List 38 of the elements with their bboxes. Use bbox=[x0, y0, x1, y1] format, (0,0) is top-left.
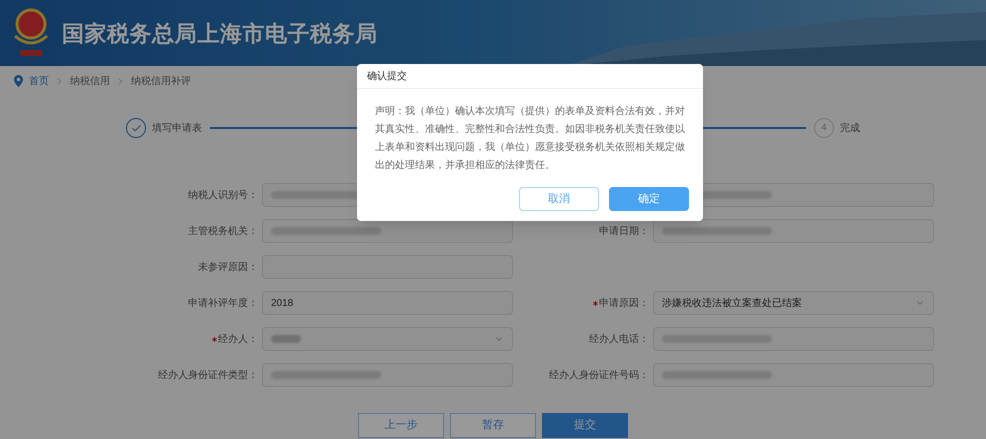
field-label: 经办人身份证件号码： bbox=[549, 368, 649, 382]
breadcrumb-link[interactable]: 纳税信用补评 bbox=[131, 74, 191, 88]
field-label: 申请补评年度： bbox=[188, 296, 258, 310]
blurred-value bbox=[271, 335, 301, 343]
site-title: 国家税务总局上海市电子税务局 bbox=[62, 20, 378, 48]
select-field[interactable]: 涉嫌税收违法被立案查处已结案 bbox=[653, 291, 934, 315]
form-button[interactable]: 提交 bbox=[542, 413, 628, 438]
text-input[interactable] bbox=[653, 219, 934, 243]
text-input[interactable] bbox=[653, 363, 934, 387]
field-label: 主管税务机关： bbox=[188, 224, 258, 238]
required-asterisk-icon bbox=[593, 300, 598, 306]
dialog-title: 确认提交 bbox=[367, 70, 407, 84]
text-input[interactable] bbox=[262, 219, 513, 243]
declaration-text: 声明：我（单位）确认本次填写（提供）的表单及资料合法有效，并对其真实性、准确性、完整性和合法性负责。如因非税务机关责任致使以上表单和资料出现问题，我（单位）愿意接受税务机关依照相关规定做出的处理结果，并承担相应的法律责任。 bbox=[374, 104, 686, 173]
field-label: 未参评原因： bbox=[198, 260, 258, 274]
select-field[interactable] bbox=[262, 327, 513, 351]
field-label: 经办人电话： bbox=[589, 332, 649, 346]
text-input[interactable] bbox=[653, 327, 934, 351]
breadcrumb-link[interactable]: 纳税信用 bbox=[70, 74, 110, 88]
breadcrumb-link[interactable]: 首页 bbox=[29, 74, 49, 88]
form-button[interactable]: 暂存 bbox=[450, 413, 536, 438]
dialog-button[interactable]: 取消 bbox=[519, 187, 599, 211]
step-label: 完成 bbox=[840, 122, 860, 136]
location-pin-icon bbox=[14, 75, 23, 87]
field-label: 经办人： bbox=[212, 332, 258, 346]
chevron-right-icon bbox=[55, 76, 64, 86]
field-label: 申请原因： bbox=[593, 296, 649, 310]
field-label: 经办人身份证件类型： bbox=[158, 368, 258, 382]
text-input[interactable] bbox=[262, 363, 513, 387]
chevron-right-icon bbox=[116, 76, 125, 86]
step-number: 4 bbox=[814, 118, 834, 138]
field-label: 纳税人识别号： bbox=[188, 188, 258, 202]
dialog-button[interactable]: 确定 bbox=[609, 187, 689, 211]
field-label: 申请日期： bbox=[599, 224, 649, 238]
text-input[interactable]: 2018 bbox=[262, 291, 513, 315]
required-asterisk-icon bbox=[212, 336, 217, 342]
step-label: 填写申请表 bbox=[152, 122, 202, 136]
form-button[interactable]: 上一步 bbox=[358, 413, 444, 438]
